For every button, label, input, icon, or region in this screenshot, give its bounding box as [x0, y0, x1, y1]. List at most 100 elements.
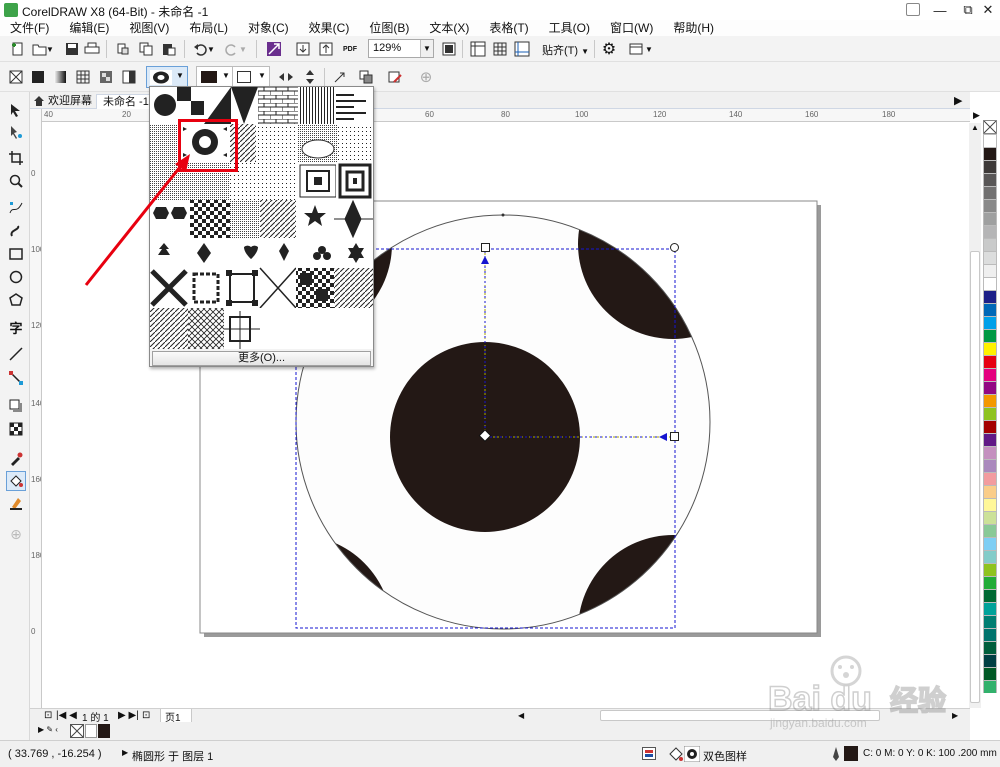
- rectangle-tool-icon[interactable]: [6, 244, 26, 264]
- show-rulers-icon[interactable]: [468, 39, 488, 59]
- snap-to-dropdown[interactable]: 贴齐(T) ▼: [542, 42, 589, 58]
- palette-swatch[interactable]: [983, 394, 997, 407]
- palette-swatch[interactable]: [983, 303, 997, 316]
- palette-swatch[interactable]: [983, 212, 997, 225]
- menu-text[interactable]: 文本(X): [419, 20, 479, 36]
- no-color-swatch[interactable]: [983, 120, 997, 134]
- vertical-scrollbar[interactable]: ▲: [969, 123, 981, 708]
- background-color-picker[interactable]: ▼: [232, 66, 270, 88]
- application-launcher-icon[interactable]: [626, 39, 646, 59]
- close-button[interactable]: ✕: [974, 1, 1000, 19]
- mirror-horizontal-icon[interactable]: [276, 67, 296, 87]
- palette-swatch[interactable]: [983, 472, 997, 485]
- palette-swatch[interactable]: [983, 433, 997, 446]
- next-page-icon[interactable]: ▶ ▶|: [118, 710, 139, 721]
- palette-swatch[interactable]: [983, 381, 997, 394]
- artistic-media-tool-icon[interactable]: [6, 221, 26, 241]
- ellipse-tool-icon[interactable]: [6, 267, 26, 287]
- menu-view[interactable]: 视图(V): [119, 20, 179, 36]
- user-account-icon[interactable]: [906, 3, 920, 16]
- palette-swatch[interactable]: [983, 641, 997, 654]
- pattern-rotate-handle[interactable]: [670, 243, 679, 252]
- cut-icon[interactable]: [113, 39, 133, 59]
- palette-swatch[interactable]: [983, 485, 997, 498]
- palette-swatch[interactable]: [983, 186, 997, 199]
- pattern-picker-button[interactable]: ▼: [146, 66, 188, 88]
- text-tool-icon[interactable]: 字: [6, 317, 26, 337]
- palette-swatch[interactable]: [983, 238, 997, 251]
- palette-swatch[interactable]: [983, 407, 997, 420]
- no-fill-icon[interactable]: [6, 67, 26, 87]
- pattern-vertical-handle[interactable]: [481, 243, 490, 252]
- shape-tool-icon[interactable]: [6, 122, 26, 142]
- tab-welcome-screen[interactable]: 欢迎屏幕: [42, 94, 98, 109]
- bitmap-pattern-fill-icon[interactable]: [96, 67, 116, 87]
- publish-pdf-icon[interactable]: PDF: [340, 39, 360, 59]
- gear-icon[interactable]: ⚙: [599, 39, 619, 59]
- two-color-pattern-fill-icon[interactable]: [119, 67, 139, 87]
- polygon-tool-icon[interactable]: [6, 290, 26, 310]
- copy-fill-icon[interactable]: [356, 67, 376, 87]
- color-proofing-icon[interactable]: [642, 747, 656, 760]
- doc-palette-black-swatch[interactable]: [98, 724, 110, 738]
- palette-swatch[interactable]: [983, 602, 997, 615]
- connector-tool-icon[interactable]: [6, 368, 26, 388]
- full-screen-preview-icon[interactable]: [439, 39, 459, 59]
- add-icon[interactable]: ⊕: [416, 67, 436, 87]
- new-document-icon[interactable]: [8, 39, 28, 59]
- print-icon[interactable]: [82, 39, 102, 59]
- palette-expand-icon[interactable]: ▶ ✎ ‹: [38, 725, 58, 734]
- palette-swatch[interactable]: [983, 329, 997, 342]
- freehand-tool-icon[interactable]: [6, 198, 26, 218]
- palette-swatch[interactable]: [983, 667, 997, 680]
- menu-object[interactable]: 对象(C): [238, 20, 299, 36]
- scroll-up-icon[interactable]: ▲: [971, 123, 979, 132]
- palette-swatch[interactable]: [983, 524, 997, 537]
- menu-edit[interactable]: 编辑(E): [59, 20, 119, 36]
- palette-swatch[interactable]: [983, 511, 997, 524]
- import-icon[interactable]: [293, 39, 313, 59]
- palette-swatch[interactable]: [983, 680, 997, 693]
- show-guidelines-icon[interactable]: [512, 39, 532, 59]
- open-recent-dropdown[interactable]: ▼: [45, 39, 55, 59]
- doc-palette-none-swatch[interactable]: [70, 724, 84, 738]
- menu-table[interactable]: 表格(T): [479, 20, 538, 36]
- menu-bitmaps[interactable]: 位图(B): [359, 20, 419, 36]
- palette-swatch[interactable]: [983, 459, 997, 472]
- redo-dropdown[interactable]: ▼: [238, 39, 248, 59]
- drop-shadow-tool-icon[interactable]: [6, 396, 26, 416]
- menu-file[interactable]: 文件(F): [0, 20, 59, 36]
- previous-page-icon[interactable]: |◀ ◀: [56, 710, 77, 721]
- palette-swatch[interactable]: [983, 199, 997, 212]
- palette-swatch[interactable]: [983, 628, 997, 641]
- palette-options-icon[interactable]: ▶: [973, 110, 980, 121]
- palette-swatch[interactable]: [983, 576, 997, 589]
- edit-fill-icon[interactable]: [385, 67, 405, 87]
- foreground-color-picker[interactable]: ▼: [196, 66, 234, 88]
- palette-swatch[interactable]: [983, 277, 997, 290]
- palette-swatch[interactable]: [983, 654, 997, 667]
- palette-swatch[interactable]: [983, 160, 997, 173]
- show-grid-icon[interactable]: [490, 39, 510, 59]
- palette-swatch[interactable]: [983, 615, 997, 628]
- palette-swatch[interactable]: [983, 147, 997, 160]
- doc-palette-white-swatch[interactable]: [85, 724, 97, 738]
- palette-swatch[interactable]: [983, 290, 997, 303]
- parallel-dimension-tool-icon[interactable]: [6, 344, 26, 364]
- undo-dropdown[interactable]: ▼: [206, 39, 216, 59]
- uniform-fill-icon[interactable]: [28, 67, 48, 87]
- search-content-icon[interactable]: [264, 39, 284, 59]
- eyedropper-tool-icon[interactable]: [6, 449, 26, 469]
- palette-swatch[interactable]: [983, 342, 997, 355]
- menu-tools[interactable]: 工具(O): [539, 20, 600, 36]
- transform-with-object-icon[interactable]: [330, 67, 350, 87]
- pick-tool-icon[interactable]: [6, 100, 26, 120]
- menu-help[interactable]: 帮助(H): [663, 20, 724, 36]
- minimize-button[interactable]: —: [926, 1, 954, 19]
- fountain-fill-icon[interactable]: [50, 67, 70, 87]
- palette-swatch[interactable]: [983, 316, 997, 329]
- palette-swatch[interactable]: [983, 446, 997, 459]
- interactive-fill-tool-icon[interactable]: [6, 471, 26, 491]
- copy-icon[interactable]: [136, 39, 156, 59]
- first-page-icon[interactable]: ⊡: [44, 710, 52, 721]
